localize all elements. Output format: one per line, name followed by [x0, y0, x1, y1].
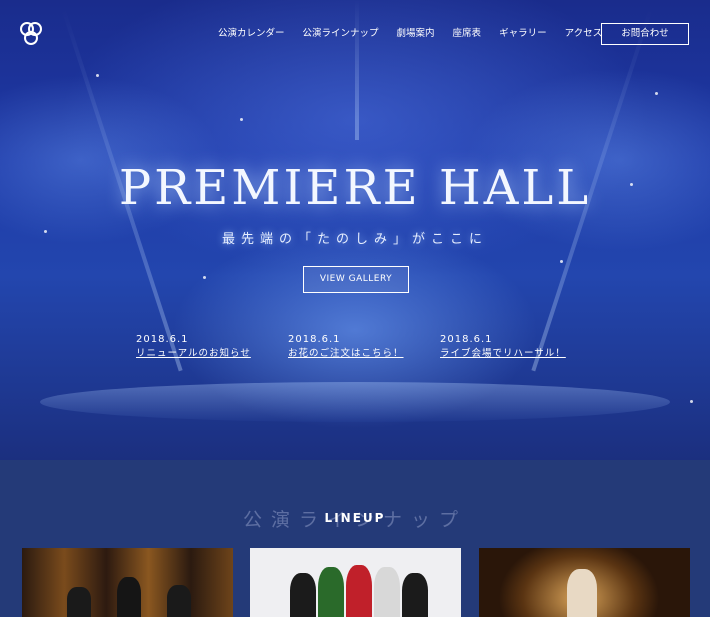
news-date: 2018.6.1: [440, 334, 493, 345]
nav-theater-guide[interactable]: 劇場案内: [397, 24, 435, 44]
nav-gallery[interactable]: ギャラリー: [499, 24, 547, 44]
site-logo[interactable]: [18, 18, 46, 46]
news-link[interactable]: リニューアルのお知らせ: [136, 347, 251, 361]
hero-section: 公演カレンダー 公演ラインナップ 劇場案内 座席表 ギャラリー アクセス お問合…: [0, 0, 710, 460]
performer-figure: [374, 567, 400, 617]
sparkle: [655, 92, 658, 95]
lineup-card-dance[interactable]: [250, 548, 461, 617]
news-date: 2018.6.1: [288, 334, 341, 345]
performer-figure: [318, 567, 344, 617]
nav-seat-map[interactable]: 座席表: [453, 24, 482, 44]
news-item[interactable]: 2018.6.1 お花のご注文はこちら！: [288, 333, 404, 361]
sparkle: [203, 276, 206, 279]
lineup-card-singer[interactable]: [479, 548, 690, 617]
news-item[interactable]: 2018.6.1 リニューアルのお知らせ: [136, 333, 251, 361]
performer-figure: [167, 585, 191, 617]
sparkle: [240, 118, 243, 121]
performer-figure: [402, 573, 428, 617]
news-item[interactable]: 2018.6.1 ライブ会場でリハーサル！: [440, 333, 566, 361]
sparkle: [560, 260, 563, 263]
view-gallery-button[interactable]: VIEW GALLERY: [303, 266, 409, 293]
news-link[interactable]: お花のご注文はこちら！: [288, 347, 404, 361]
news-date: 2018.6.1: [136, 334, 189, 345]
nav-lineup[interactable]: 公演ラインナップ: [303, 24, 379, 44]
performer-figure: [117, 577, 141, 617]
nav-access[interactable]: アクセス: [565, 24, 603, 44]
performer-figure: [346, 565, 372, 617]
performer-figure: [290, 573, 316, 617]
hero-subtitle: 最先端の「たのしみ」がここに: [221, 232, 488, 247]
sparkle: [96, 74, 99, 77]
news-link[interactable]: ライブ会場でリハーサル！: [440, 347, 566, 361]
performer-figure: [67, 587, 91, 617]
sparkle: [690, 400, 693, 403]
contact-button[interactable]: お問合わせ: [601, 23, 689, 45]
nav-calendar[interactable]: 公演カレンダー: [218, 24, 285, 44]
light-beam: [355, 0, 359, 140]
lineup-card-band[interactable]: [22, 548, 233, 617]
main-nav: 公演カレンダー 公演ラインナップ 劇場案内 座席表 ギャラリー アクセス: [218, 24, 620, 44]
hero-title: PREMIERE HALL: [118, 160, 592, 216]
performer-figure: [567, 569, 597, 617]
stage-platform: [40, 382, 670, 422]
lineup-heading-en: LINEUP: [324, 511, 386, 525]
